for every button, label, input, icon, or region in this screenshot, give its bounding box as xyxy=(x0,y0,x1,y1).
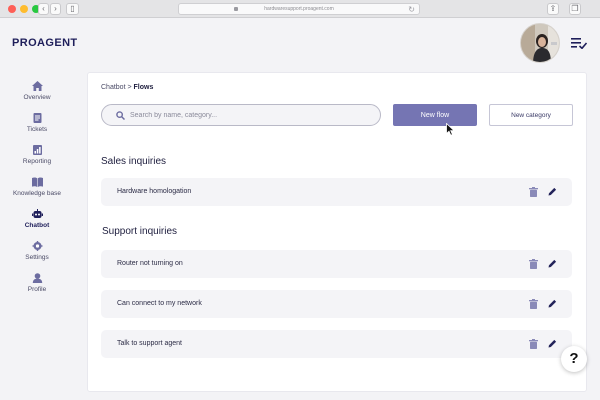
ticket-icon xyxy=(33,113,41,123)
avatar-photo xyxy=(521,24,559,62)
minimize-window-button[interactable] xyxy=(20,5,28,13)
mouse-pointer-icon xyxy=(446,123,455,136)
breadcrumb-parent[interactable]: Chatbot xyxy=(101,84,126,91)
pencil-icon[interactable] xyxy=(548,259,557,268)
flow-row[interactable]: Hardware homologation xyxy=(101,178,572,206)
sidebar-item-label: Settings xyxy=(25,254,49,261)
share-icon[interactable]: ⇪ xyxy=(547,3,559,15)
trash-icon[interactable] xyxy=(529,187,538,197)
close-window-button[interactable] xyxy=(8,5,16,13)
app-logo[interactable]: PROAGENT xyxy=(12,37,78,49)
sidebar-item-chatbot[interactable]: Chatbot xyxy=(0,209,74,235)
help-button[interactable]: ? xyxy=(561,346,587,372)
flow-row[interactable]: Can connect to my network xyxy=(101,290,572,318)
sidebar-item-label: Tickets xyxy=(26,126,48,133)
flow-name: Router not turning on xyxy=(117,260,183,267)
flow-row[interactable]: Talk to support agent xyxy=(101,330,572,358)
home-icon xyxy=(31,81,43,91)
flows-panel: Chatbot > Flows New flow New category Sa… xyxy=(87,72,587,392)
new-flow-button[interactable]: New flow xyxy=(393,104,477,126)
app-header: PROAGENT xyxy=(0,18,600,70)
tabs-icon[interactable]: ❐ xyxy=(569,3,581,15)
sidebar-item-label: Knowledge base xyxy=(12,190,62,197)
robot-icon xyxy=(31,209,43,218)
flow-name: Can connect to my network xyxy=(117,300,202,307)
breadcrumb: Chatbot > Flows xyxy=(101,84,153,91)
pencil-icon[interactable] xyxy=(548,339,557,348)
sidebar-icon[interactable]: ▯ xyxy=(66,3,79,15)
sidebar-item-tickets[interactable]: Tickets xyxy=(0,113,74,139)
sidebar-item-label: Chatbot xyxy=(24,222,50,229)
trash-icon[interactable] xyxy=(529,259,538,269)
chevron-right-icon[interactable]: › xyxy=(50,3,61,15)
sidebar: Overview Tickets Reporting Knowledge bas… xyxy=(0,72,74,400)
category-title-support: Support inquiries xyxy=(102,226,178,237)
book-icon xyxy=(31,177,43,187)
breadcrumb-current: Flows xyxy=(133,84,154,91)
sidebar-item-label: Overview xyxy=(23,94,51,101)
browser-toolbar: ‹ › ▯ hardwaresupport.proagent.com ↻ ⇪ ❐ xyxy=(0,0,600,18)
breadcrumb-separator: > xyxy=(127,84,132,91)
menu-check-icon[interactable] xyxy=(571,37,587,49)
search-icon xyxy=(116,111,125,120)
sidebar-item-settings[interactable]: Settings xyxy=(0,241,74,267)
trash-icon[interactable] xyxy=(529,339,538,349)
lock-icon xyxy=(234,7,238,11)
chart-icon xyxy=(32,145,42,155)
pencil-icon[interactable] xyxy=(548,187,557,196)
avatar[interactable] xyxy=(520,23,560,63)
sidebar-item-label: Profile xyxy=(27,286,47,293)
sidebar-item-profile[interactable]: Profile xyxy=(0,273,74,299)
search-box[interactable] xyxy=(101,104,381,126)
chevron-left-icon[interactable]: ‹ xyxy=(38,3,49,15)
user-icon xyxy=(32,273,42,283)
sidebar-item-label: Reporting xyxy=(22,158,52,165)
category-title-sales: Sales inquiries xyxy=(101,156,167,167)
url-text: hardwaresupport.proagent.com xyxy=(264,6,334,12)
sidebar-item-knowledge-base[interactable]: Knowledge base xyxy=(0,177,74,203)
sidebar-item-reporting[interactable]: Reporting xyxy=(0,145,74,171)
pencil-icon[interactable] xyxy=(548,299,557,308)
flow-name: Talk to support agent xyxy=(117,340,182,347)
sidebar-item-overview[interactable]: Overview xyxy=(0,81,74,107)
flow-name: Hardware homologation xyxy=(117,188,192,195)
gear-icon xyxy=(32,241,42,251)
url-bar[interactable]: hardwaresupport.proagent.com ↻ xyxy=(178,3,420,15)
flow-row[interactable]: Router not turning on xyxy=(101,250,572,278)
trash-icon[interactable] xyxy=(529,299,538,309)
reload-icon[interactable]: ↻ xyxy=(408,4,415,15)
new-category-button[interactable]: New category xyxy=(489,104,573,126)
search-input[interactable] xyxy=(130,109,370,122)
